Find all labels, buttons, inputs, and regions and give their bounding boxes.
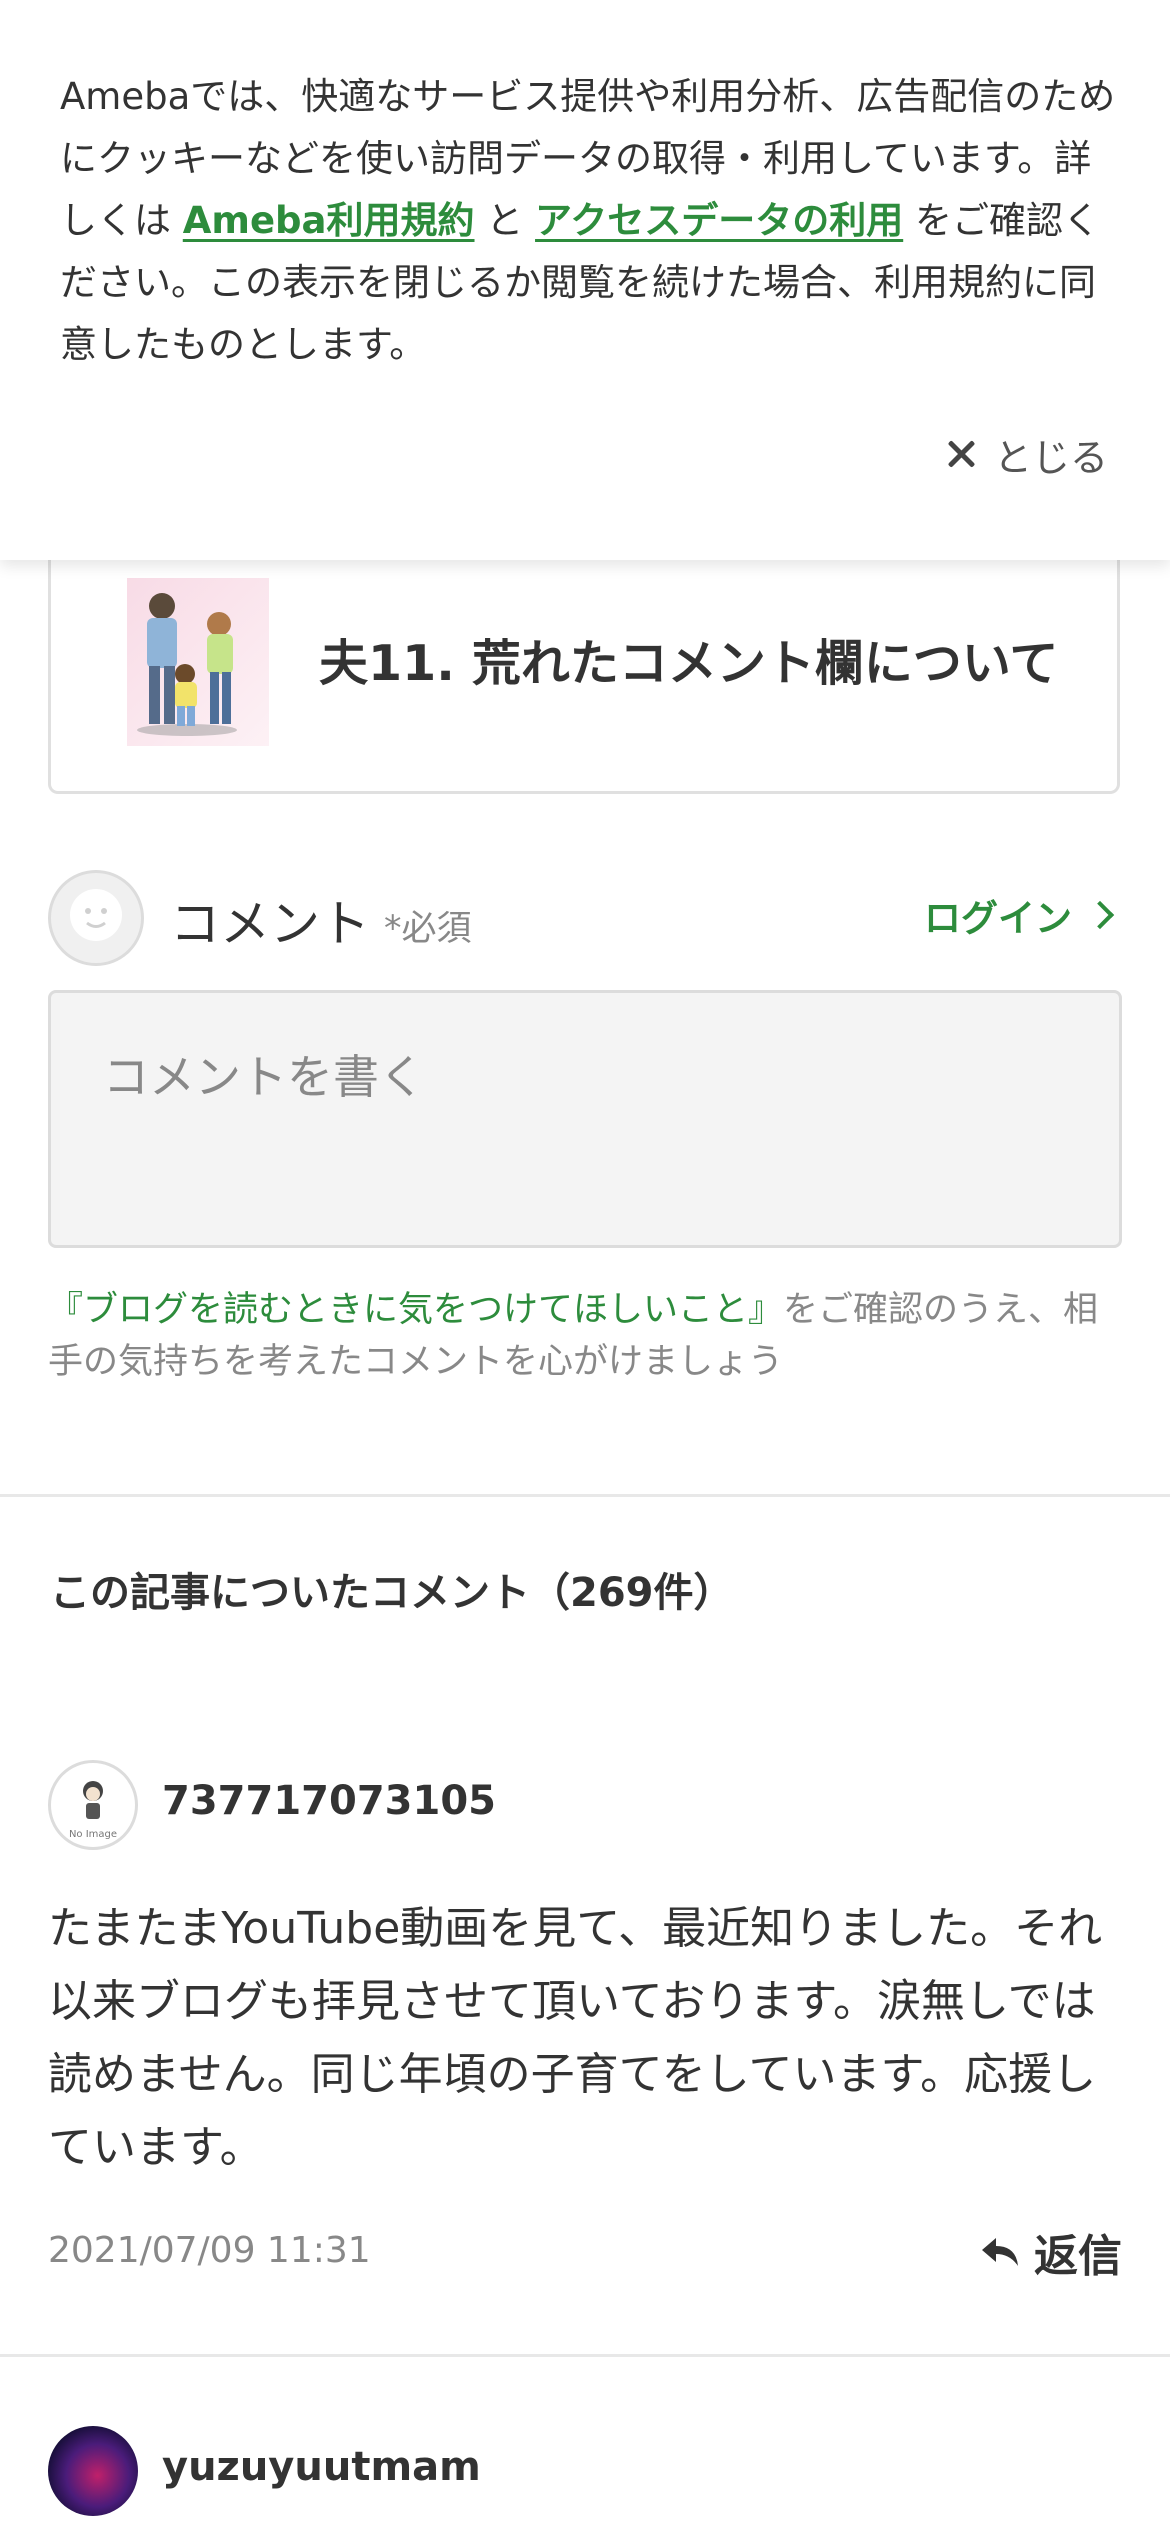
no-image-avatar-icon: No Image [69,1781,117,1840]
user-placeholder-icon [70,889,122,941]
comment-author[interactable]: yuzuyuutmam [162,2444,481,2490]
cookie-notice-text: Amebaでは、快適なサービス提供や利用分析、広告配信のためにクッキーなどを使い… [60,66,1120,376]
access-data-link[interactable]: アクセスデータの利用 [535,199,903,242]
comment-date: 2021/07/09 11:31 [48,2230,371,2271]
entry-title: 夫11. 荒れたコメント欄について [319,635,1059,692]
comment-divider [0,2354,1170,2357]
comment-guideline: 『ブログを読むときに気をつけてほしいこと』をご確認のうえ、相手の気持ちを考えたコ… [48,1284,1128,1388]
comments-section-title: この記事についたコメント（269件） [50,1570,734,1616]
close-label: とじる [993,435,1108,480]
related-entry-card[interactable]: 夫11. 荒れたコメント欄について [48,520,1120,794]
comment-label: コメント [170,895,370,953]
comment-avatar[interactable]: No Image [48,1760,138,1850]
family-illustration-icon [137,593,237,736]
comment-body: たまたまYouTube動画を見て、最近知りました。それ以来ブログも拝見させて頂い… [48,1903,1103,2173]
reply-label: 返信 [1034,2231,1122,2282]
section-divider [0,1494,1170,1497]
comment-avatar[interactable] [48,2426,138,2516]
required-label: *必須 [384,909,472,949]
chevron-right-icon [1085,900,1115,930]
comment-author[interactable]: 737717073105 [162,1778,496,1824]
guideline-link[interactable]: 『ブログを読むときに気をつけてほしいこと』 [48,1290,783,1330]
entry-thumbnail [127,578,269,746]
close-icon [946,439,976,469]
cookie-text-part: と [474,199,536,242]
login-link[interactable]: ログイン [924,888,1115,942]
comment-textarea[interactable] [48,990,1122,1248]
terms-link[interactable]: Ameba利用規約 [183,199,475,242]
reply-button[interactable]: 返信 [980,2220,1122,2284]
default-avatar [48,870,144,966]
cookie-banner: Amebaでは、快適なサービス提供や利用分析、広告配信のためにクッキーなどを使い… [0,0,1170,560]
cookie-close-button[interactable]: とじる [946,424,1108,484]
login-label: ログイン [924,897,1072,940]
avatar-caption: No Image [69,1829,117,1840]
reply-arrow-icon [982,2238,1018,2266]
